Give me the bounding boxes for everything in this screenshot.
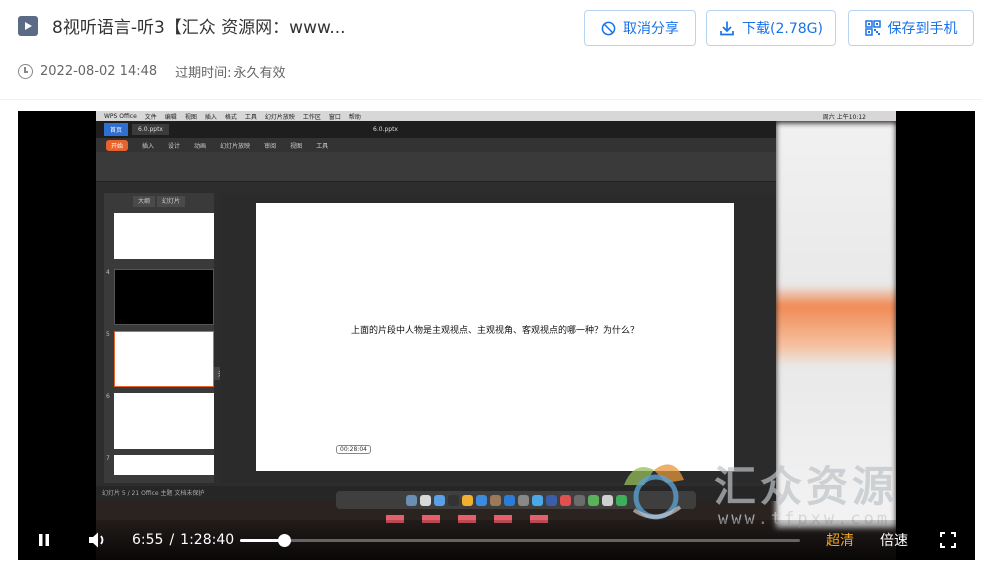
slide-thumbnail <box>114 269 214 325</box>
wps-ribbon-tabs: 开始 插入 设计 动画 幻灯片放映 审阅 视图 工具 <box>96 138 776 152</box>
menubar-item: 编辑 <box>164 113 177 121</box>
dock-app-icon <box>405 494 417 506</box>
video-player[interactable]: WPS Office 文件 编辑 视图 插入 格式 工具 幻灯片放映 工作区 窗… <box>18 111 975 560</box>
ribbon-tab: 工具 <box>316 142 329 150</box>
ribbon-tab: 审阅 <box>264 142 277 150</box>
slide-number: 4 <box>106 269 110 276</box>
dock-app-icon <box>531 494 543 506</box>
ribbon-tab: 视图 <box>290 142 303 150</box>
slide-number: 6 <box>106 393 110 400</box>
wps-tab-bar: 首页 6.0.pptx 6.0.pptx <box>96 121 776 138</box>
dock-app-icon <box>601 494 613 506</box>
volume-button[interactable] <box>88 520 108 560</box>
dock-app-icon <box>517 494 529 506</box>
wps-tab-file: 6.0.pptx <box>132 124 169 135</box>
speed-button[interactable]: 倍速 <box>880 520 908 560</box>
wps-window: 首页 6.0.pptx 6.0.pptx 开始 插入 设计 动画 幻灯片放映 审… <box>96 121 776 501</box>
video-file-icon <box>18 16 38 36</box>
slide-thumbnail <box>114 455 214 475</box>
dock-app-icon <box>447 494 459 506</box>
menubar-item: 插入 <box>204 113 217 121</box>
save-to-phone-button[interactable]: 保存到手机 <box>848 10 974 46</box>
clock-icon <box>18 64 33 79</box>
watermark-logo-icon <box>624 464 684 520</box>
dock-app-icon <box>489 494 501 506</box>
slide-canvas-area: 上面的片段中人物是主观视点、主观视角、客观视点的哪一种？为什么？ 00:28:0… <box>220 193 776 483</box>
ribbon-tab: 动画 <box>194 142 207 150</box>
dock-app-icon <box>587 494 599 506</box>
dock-app-icon <box>503 494 515 506</box>
menubar-app-name: WPS Office <box>104 112 137 120</box>
cancel-share-button[interactable]: 取消分享 <box>584 10 696 46</box>
download-icon <box>720 21 734 36</box>
menubar-item: 格式 <box>224 113 237 121</box>
fullscreen-icon <box>940 532 956 548</box>
side-tab-slides: 幻灯片 <box>157 196 186 207</box>
qr-code-icon <box>864 20 881 36</box>
dock-app-icon <box>419 494 431 506</box>
download-button[interactable]: 下载(2.78G) <box>706 10 836 46</box>
ribbon-tab: 幻灯片放映 <box>220 142 251 150</box>
ribbon-tab: 设计 <box>168 142 181 150</box>
dock-app-icon <box>559 494 571 506</box>
ban-icon <box>601 21 616 35</box>
cancel-share-label: 取消分享 <box>623 21 679 37</box>
slide-thumbnail-panel: 大纲 幻灯片 4 5 6 7 <box>104 193 214 483</box>
quality-button[interactable]: 超清 <box>826 520 854 560</box>
fullscreen-button[interactable] <box>940 520 956 560</box>
download-label: 下载(2.78G) <box>742 21 823 37</box>
side-panel-tabs: 大纲 幻灯片 <box>104 193 214 207</box>
wps-window-title: 6.0.pptx <box>373 126 398 133</box>
slide-thumbnail-selected <box>114 331 214 387</box>
wps-ribbon-toolbar <box>96 152 776 182</box>
share-date: 2022-08-02 14:48 <box>40 64 158 79</box>
time-display: 6:55 / 1:28:40 <box>132 520 234 560</box>
menubar-item: 窗口 <box>328 113 341 121</box>
slide-thumbnail <box>114 393 214 449</box>
wps-tab-home: 首页 <box>104 123 129 136</box>
menubar-item: 帮助 <box>348 113 361 121</box>
volume-icon <box>89 532 104 548</box>
file-meta: 2022-08-02 14:48 过期时间: 永久有效 <box>18 62 286 81</box>
watermark-text: 汇众资源 <box>714 462 899 511</box>
slide-number: 7 <box>106 455 110 462</box>
dock-app-icon <box>573 494 585 506</box>
time-separator: / <box>169 532 175 548</box>
pause-button[interactable] <box>36 520 52 560</box>
menubar-item: 文件 <box>144 113 157 121</box>
file-header: 8视听语言-听3【汇众 资源网：www... 2022-08-02 14:48 … <box>0 0 982 100</box>
slide-thumbnail <box>114 213 214 259</box>
slide-timestamp: 00:28:04 <box>336 445 371 454</box>
current-slide: 上面的片段中人物是主观视点、主观视角、客观视点的哪一种？为什么？ 00:28:0… <box>256 203 734 471</box>
expire-value: 永久有效 <box>233 66 286 81</box>
progress-handle[interactable] <box>277 534 291 547</box>
save-to-phone-label: 保存到手机 <box>887 21 958 37</box>
slide-number: 5 <box>106 331 110 338</box>
menubar-item: 视图 <box>184 113 197 121</box>
ribbon-tab-active: 开始 <box>106 139 129 151</box>
player-controls: 6:55 / 1:28:40 超清 倍速 <box>18 520 975 560</box>
file-title: 8视听语言-听3【汇众 资源网：www... <box>52 18 346 38</box>
pause-icon <box>39 534 49 546</box>
slide-text: 上面的片段中人物是主观视点、主观视角、客观视点的哪一种？为什么？ <box>350 326 639 336</box>
menubar-item: 幻灯片放映 <box>264 113 295 121</box>
dock-app-icon <box>475 494 487 506</box>
ribbon-tab: 插入 <box>142 142 155 150</box>
side-tab-outline: 大纲 <box>132 196 155 207</box>
expire-label: 过期时间: <box>175 66 232 81</box>
progress-bar[interactable] <box>240 534 800 547</box>
menubar-item: 工具 <box>244 113 257 121</box>
total-time: 1:28:40 <box>180 532 235 548</box>
menubar-item: 工作区 <box>302 113 321 121</box>
dock-app-icon <box>433 494 445 506</box>
mac-menubar: WPS Office 文件 编辑 视图 插入 格式 工具 幻灯片放映 工作区 窗… <box>96 111 896 121</box>
header-divider <box>0 99 982 100</box>
menubar-clock: 周六 上午10:12 <box>822 113 866 121</box>
dock-app-icon <box>545 494 557 506</box>
dock-app-icon <box>461 494 473 506</box>
current-time: 6:55 <box>132 532 164 548</box>
